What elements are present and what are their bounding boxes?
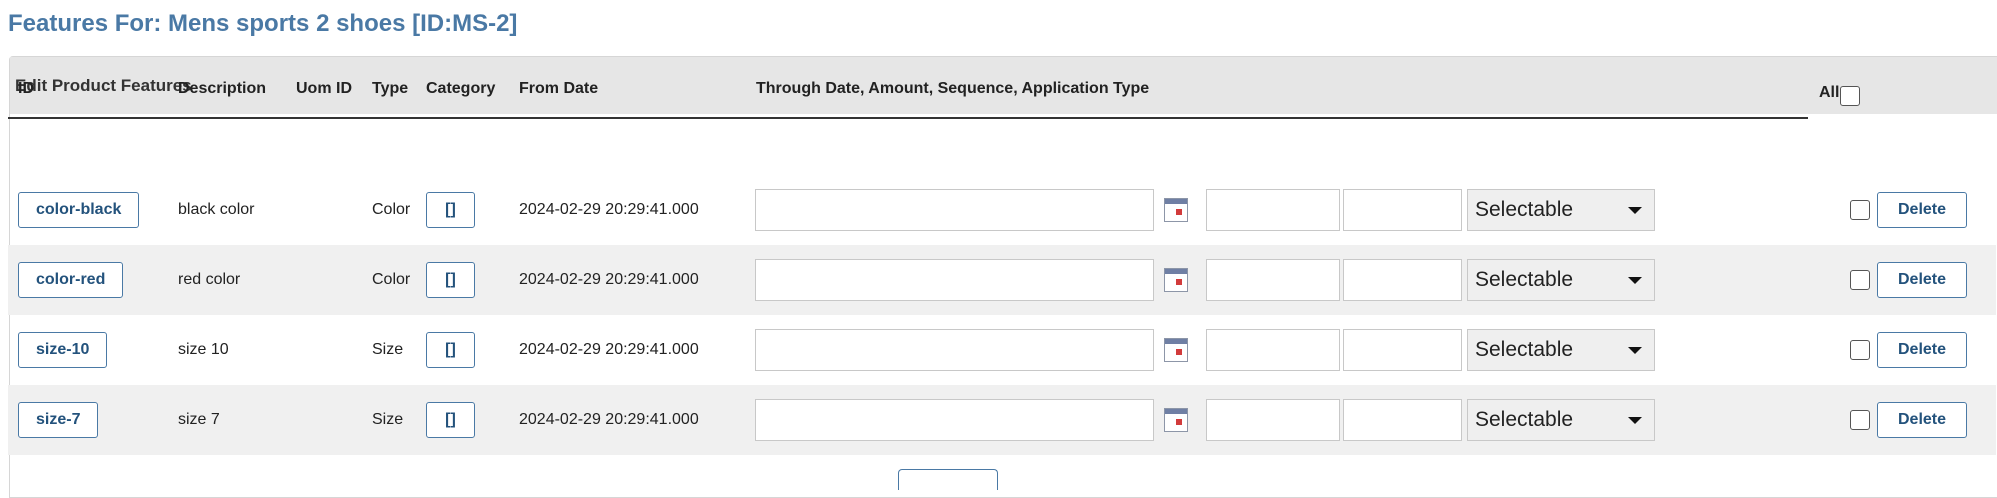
category-button[interactable]: [] [426, 332, 475, 368]
chevron-down-icon [1628, 346, 1642, 354]
chevron-down-icon [1628, 416, 1642, 424]
select-all-checkbox[interactable] [1840, 86, 1861, 106]
feature-description: size 7 [178, 411, 220, 428]
amount-input[interactable] [1206, 259, 1340, 301]
from-date: 2024-02-29 20:29:41.000 [519, 341, 699, 358]
feature-id-button[interactable]: color-red [18, 262, 124, 298]
row-select-checkbox[interactable] [1850, 340, 1870, 360]
delete-button[interactable]: Delete [1877, 332, 1967, 368]
sequence-input[interactable] [1343, 399, 1462, 441]
application-type-value: Selectable [1475, 338, 1574, 361]
application-type-value: Selectable [1475, 408, 1574, 431]
feature-description: black color [178, 201, 255, 218]
row-select-checkbox[interactable] [1850, 410, 1870, 430]
calendar-icon[interactable] [1164, 268, 1188, 292]
table-row: color-black black color Color [] 2024-02… [8, 175, 1996, 245]
category-button[interactable]: [] [426, 402, 475, 438]
through-date-input[interactable] [755, 259, 1154, 301]
amount-input[interactable] [1206, 189, 1340, 231]
application-type-select[interactable]: Selectable [1467, 329, 1655, 371]
feature-id-button[interactable]: size-10 [18, 332, 108, 368]
feature-type: Color [372, 201, 411, 218]
calendar-icon[interactable] [1164, 338, 1188, 362]
from-date: 2024-02-29 20:29:41.000 [519, 411, 699, 428]
col-category: Category [426, 80, 496, 97]
feature-id-button[interactable]: color-black [18, 192, 140, 228]
feature-type: Size [372, 411, 404, 428]
delete-button[interactable]: Delete [1877, 192, 1967, 228]
from-date: 2024-02-29 20:29:41.000 [519, 201, 699, 218]
feature-description: red color [178, 271, 241, 288]
table-row: size-7 size 7 Size [] 2024-02-29 20:29:4… [8, 385, 1996, 455]
row-select-checkbox[interactable] [1850, 270, 1870, 290]
sequence-input[interactable] [1343, 259, 1462, 301]
through-date-input[interactable] [755, 189, 1154, 231]
col-description: Description [178, 80, 267, 97]
col-id: ID [18, 80, 34, 97]
col-type: Type [372, 80, 409, 97]
sequence-input[interactable] [1343, 329, 1462, 371]
calendar-icon[interactable] [1164, 198, 1188, 222]
through-date-input[interactable] [755, 329, 1154, 371]
amount-input[interactable] [1206, 399, 1340, 441]
feature-type: Color [372, 271, 411, 288]
delete-button[interactable]: Delete [1877, 262, 1967, 298]
all-label: All [1819, 84, 1840, 101]
from-date: 2024-02-29 20:29:41.000 [519, 271, 699, 288]
col-all: All [1819, 80, 1861, 106]
col-from-date: From Date [519, 80, 599, 97]
table-row: size-10 size 10 Size [] 2024-02-29 20:29… [8, 315, 1996, 385]
col-through: Through Date, Amount, Sequence, Applicat… [756, 80, 1150, 97]
application-type-value: Selectable [1475, 198, 1574, 221]
chevron-down-icon [1628, 276, 1642, 284]
header-divider [8, 117, 1808, 119]
table-row: color-red red color Color [] 2024-02-29 … [8, 245, 1996, 315]
page-title: Features For: Mens sports 2 shoes [ID:MS… [8, 10, 518, 37]
category-button[interactable]: [] [426, 192, 475, 228]
application-type-select[interactable]: Selectable [1467, 259, 1655, 301]
amount-input[interactable] [1206, 329, 1340, 371]
update-button[interactable] [898, 469, 998, 490]
chevron-down-icon [1628, 206, 1642, 214]
category-button[interactable]: [] [426, 262, 475, 298]
feature-type: Size [372, 341, 404, 358]
through-date-input[interactable] [755, 399, 1154, 441]
feature-description: size 10 [178, 341, 229, 358]
delete-button[interactable]: Delete [1877, 402, 1967, 438]
application-type-select[interactable]: Selectable [1467, 399, 1655, 441]
col-uom-id: Uom ID [296, 80, 352, 97]
feature-id-button[interactable]: size-7 [18, 402, 99, 438]
sequence-input[interactable] [1343, 189, 1462, 231]
application-type-value: Selectable [1475, 268, 1574, 291]
row-select-checkbox[interactable] [1850, 200, 1870, 220]
calendar-icon[interactable] [1164, 408, 1188, 432]
application-type-select[interactable]: Selectable [1467, 189, 1655, 231]
